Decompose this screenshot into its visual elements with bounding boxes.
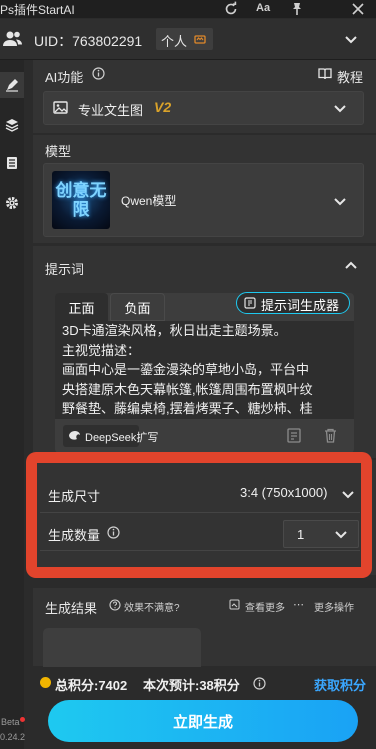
prompt-line: 主视觉描述：	[62, 343, 141, 358]
model-title: 模型	[45, 144, 72, 159]
model-section: 模型 创意无限 Qwen模型	[33, 135, 376, 243]
ai-function-title: AI功能	[45, 70, 84, 85]
prompt-generator-button[interactable]: 提示词生成器	[236, 292, 350, 314]
plan-badge[interactable]: 个人	[156, 28, 213, 50]
book-icon[interactable]	[318, 67, 332, 80]
settings-icon[interactable]	[0, 190, 24, 216]
beta-label: Beta	[1, 717, 20, 727]
prompt-line: 野餐垫、藤编桌椅,摆着烤栗子、糖炒柿、桂	[62, 401, 313, 416]
save-prompt-icon[interactable]	[286, 427, 303, 444]
close-icon[interactable]	[350, 1, 366, 17]
ai-function-value: 专业文生图	[78, 103, 144, 118]
prompt-line: 画面中心是一鎏金漫染的草地小岛，平台中	[62, 362, 310, 377]
tab-negative[interactable]: 负面	[110, 293, 165, 321]
feedback-link[interactable]: 效果不满意?	[124, 599, 180, 614]
version-label: 0.24.2	[0, 732, 26, 742]
prompt-line: 央搭建原木色天幕帐篷,帐篷周围布置枫叶纹	[62, 382, 313, 397]
model-name: Qwen模型	[121, 194, 177, 208]
sparkle-book-icon	[244, 297, 256, 309]
version-badge: V2	[154, 99, 172, 115]
tab-positive[interactable]: 正面	[55, 293, 108, 321]
prompt-line: 3D卡通渲染风格，秋日出走主题场景。	[62, 323, 287, 338]
help-icon[interactable]	[109, 599, 121, 611]
ai-function-section: AI功能 教程 专业文生图 V2	[33, 60, 376, 133]
generate-label: 立即生成	[172, 713, 233, 731]
highlight-frame	[26, 452, 372, 578]
deepseek-label: DeepSeek扩写	[85, 432, 159, 444]
trash-icon[interactable]	[322, 427, 339, 444]
users-icon	[3, 30, 23, 48]
generate-button[interactable]: 立即生成	[48, 700, 358, 742]
results-section: 生成结果 效果不满意? 查看更多 ⋯ 更多操作	[33, 588, 376, 668]
deepseek-expand-button[interactable]: DeepSeek扩写	[63, 425, 158, 447]
info-icon[interactable]	[92, 67, 105, 80]
refresh-icon[interactable]	[223, 1, 239, 17]
app-title: Ps插件StartAI	[0, 3, 75, 17]
coin-icon	[40, 677, 51, 688]
brush-icon[interactable]	[0, 72, 24, 98]
chevron-down-icon	[333, 194, 347, 208]
chevron-down-icon	[333, 101, 347, 115]
tab-negative-label: 负面	[124, 300, 151, 316]
prompt-textarea[interactable]: 3D卡通渲染风格，秋日出走主题场景。 主视觉描述： 画面中心是一鎏金漫染的草地小…	[55, 321, 354, 419]
library-icon[interactable]	[0, 150, 24, 176]
total-credits: 总积分:7402	[55, 678, 128, 693]
chevron-up-icon[interactable]	[344, 259, 358, 273]
plan-label: 个人	[161, 34, 188, 49]
tab-positive-label: 正面	[68, 300, 95, 316]
more-actions-link[interactable]: 更多操作	[314, 599, 354, 614]
view-more-link[interactable]: 查看更多	[245, 599, 285, 614]
pin-icon[interactable]	[289, 1, 305, 17]
estimated-credits: 本次预计:38积分	[143, 678, 240, 693]
beta-dot	[20, 717, 25, 722]
uid-label: UID：763802291	[34, 33, 143, 49]
account-bar: UID：763802291 个人	[0, 19, 376, 60]
thumb-text: 创意无限	[55, 181, 107, 219]
crown-icon	[194, 33, 206, 45]
ai-function-select[interactable]: 专业文生图 V2	[43, 91, 364, 125]
tutorial-link[interactable]: 教程	[337, 67, 363, 86]
left-rail: Beta 0.24.2	[0, 60, 26, 749]
gallery-icon[interactable]	[229, 599, 240, 610]
deepseek-icon	[68, 430, 81, 441]
prompt-title: 提示词	[45, 262, 85, 277]
info-icon[interactable]	[253, 677, 266, 690]
text-size-icon[interactable]: Aa	[256, 2, 270, 14]
result-thumbnail[interactable]	[43, 628, 201, 668]
results-title: 生成结果	[45, 601, 98, 616]
get-credits-link[interactable]: 获取积分	[314, 675, 366, 694]
model-thumbnail: 创意无限	[52, 171, 110, 229]
image-icon	[53, 101, 68, 114]
layers-icon[interactable]	[0, 112, 24, 138]
title-bar: Ps插件StartAI Aa	[0, 0, 376, 18]
more-dots-icon[interactable]: ⋯	[293, 598, 304, 611]
prompt-generator-label: 提示词生成器	[261, 298, 340, 313]
chevron-down-icon[interactable]	[344, 32, 358, 46]
model-select[interactable]: 创意无限 Qwen模型	[43, 163, 364, 237]
